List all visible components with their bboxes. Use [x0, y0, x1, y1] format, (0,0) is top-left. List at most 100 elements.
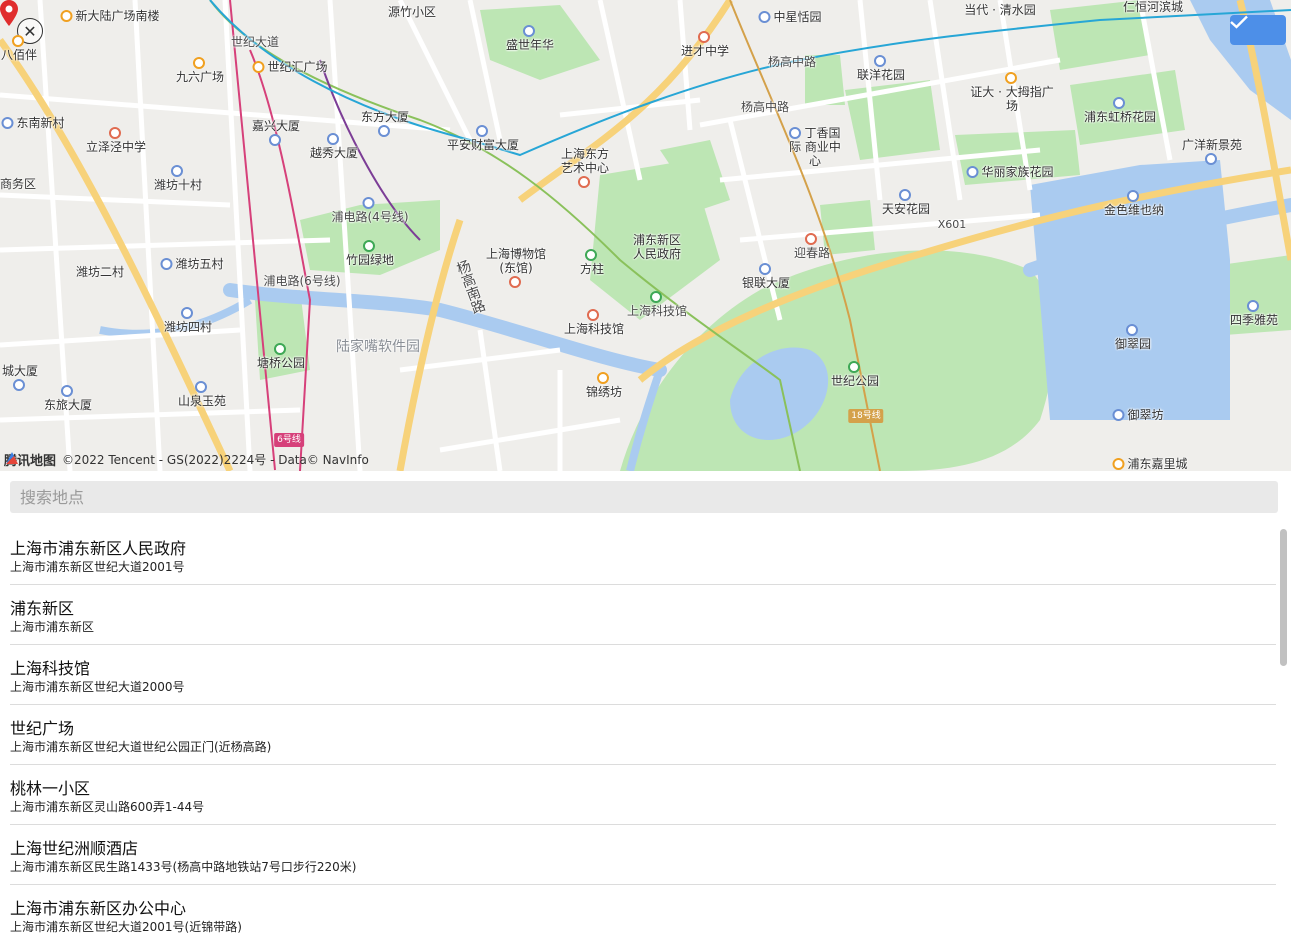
poi-icon	[522, 25, 535, 37]
poi-icon	[898, 189, 911, 201]
map-label: 浦电路(4号线)	[332, 196, 409, 224]
poi-icon	[873, 55, 886, 67]
map-label: 御翠园	[1115, 323, 1151, 351]
metro-line-badge: 6号线	[274, 433, 304, 447]
poi-icon	[1126, 190, 1139, 202]
result-title: 上海世纪洲顺酒店	[10, 839, 139, 858]
poi-icon	[12, 379, 25, 391]
map-label: 联洋花园	[857, 54, 905, 82]
map-label: 银联大厦	[742, 262, 790, 290]
map-view[interactable]: ✕ 新大陆广场南楼 源竹小区 盛世年华 进才中学 中星恬园 当代 · 清水园 仁…	[0, 0, 1291, 471]
poi-icon	[11, 35, 24, 47]
poi-icon	[697, 31, 710, 43]
list-item[interactable]: 世纪广场 上海市浦东新区世纪大道世纪公园正门(近杨高路)	[10, 705, 1276, 765]
poi-icon	[475, 125, 488, 137]
result-address: 上海市浦东新区世纪大道世纪公园正门(近杨高路)	[10, 740, 272, 754]
poi-icon	[586, 309, 599, 321]
map-label: 源竹小区	[387, 5, 437, 19]
map-label: 浦电路(6号线)	[263, 274, 341, 288]
results-list[interactable]: 上海市浦东新区人民政府 上海市浦东新区世纪大道2001号 浦东新区 上海市浦东新…	[0, 525, 1291, 941]
poi-icon	[108, 127, 121, 139]
poi-icon	[966, 166, 979, 178]
map-label: 进才中学	[681, 30, 729, 58]
result-address: 上海市浦东新区民生路1433号(杨高中路地铁站7号口步行220米)	[10, 860, 357, 874]
map-label: 潍坊四村	[164, 306, 212, 334]
map-attribution: 腾讯地图 ©2022 Tencent - GS(2022)2224号 - Dat…	[4, 450, 369, 469]
map-label: 锦绣坊	[586, 371, 622, 399]
list-item[interactable]: 上海世纪洲顺酒店 上海市浦东新区民生路1433号(杨高中路地铁站7号口步行220…	[10, 825, 1276, 885]
map-label: 东方大厦	[361, 110, 409, 138]
result-address: 上海市浦东新区世纪大道2001号(近锦带路)	[10, 920, 242, 934]
map-label: 世纪公园	[831, 360, 879, 388]
poi-icon	[192, 57, 205, 69]
result-title: 上海市浦东新区办公中心	[10, 899, 187, 918]
park-icon	[847, 361, 860, 373]
search-input[interactable]	[10, 481, 1278, 513]
scrollbar-thumb[interactable]	[1280, 529, 1287, 666]
map-label: 上海东方 艺术中心	[555, 147, 615, 189]
map-label: 浦东虹桥花园	[1084, 96, 1156, 124]
map-label: 九六广场	[176, 56, 224, 84]
poi-icon	[377, 125, 390, 137]
map-label: 迎春路	[794, 232, 830, 260]
map-label: 御翠坊	[1112, 408, 1164, 422]
map-label: 嘉兴大厦	[252, 119, 300, 147]
poi-icon	[1246, 300, 1259, 312]
metro-icon	[804, 233, 817, 245]
result-title: 浦东新区	[10, 599, 75, 618]
result-address: 上海市浦东新区世纪大道2000号	[10, 680, 185, 694]
map-label: 世纪汇广场	[252, 60, 328, 74]
poi-icon	[268, 134, 281, 146]
confirm-button[interactable]	[1230, 15, 1286, 45]
map-label: 八佰伴	[1, 34, 37, 62]
map-label: 陆家嘴软件园	[336, 339, 420, 355]
map-label: 新大陆广场南楼	[60, 9, 160, 23]
map-label: 上海科技馆	[627, 290, 687, 318]
map-label: 金色维也纳	[1104, 189, 1164, 217]
metro-icon	[649, 291, 662, 303]
map-label: 潍坊十村	[154, 164, 202, 192]
map-label: 世纪大道	[230, 35, 280, 49]
map-label: 中星恬园	[758, 10, 822, 24]
poi-icon	[1112, 458, 1125, 470]
list-item[interactable]: 桃林一小区 上海市浦东新区灵山路600弄1-44号	[10, 765, 1276, 825]
map-label: 天安花园	[882, 188, 930, 216]
list-item[interactable]: 浦东新区 上海市浦东新区	[10, 585, 1276, 645]
result-address: 上海市浦东新区灵山路600弄1-44号	[10, 800, 205, 814]
poi-icon	[1204, 153, 1217, 165]
check-icon	[1230, 15, 1248, 29]
park-icon	[273, 343, 286, 355]
poi-icon	[1004, 72, 1017, 84]
poi-icon	[194, 381, 207, 393]
poi-icon	[180, 307, 193, 319]
poi-icon	[508, 276, 521, 288]
map-label: 杨高中路	[767, 55, 817, 69]
map-label: 东旅大厦	[44, 384, 92, 412]
list-item[interactable]: 上海市浦东新区办公中心 上海市浦东新区世纪大道2001号(近锦带路)	[10, 885, 1276, 941]
results-scrollbar[interactable]	[1279, 527, 1288, 941]
map-label: 证大 · 大拇指广场	[967, 71, 1057, 113]
poi-icon	[252, 61, 265, 73]
list-item[interactable]: 上海科技馆 上海市浦东新区世纪大道2000号	[10, 645, 1276, 705]
poi-icon	[758, 263, 771, 275]
map-label: 城大厦	[2, 364, 38, 392]
map-label: 立泽泾中学	[86, 126, 146, 154]
result-address: 上海市浦东新区	[10, 620, 95, 634]
map-label: 盛世年华	[506, 24, 554, 52]
search-bar[interactable]	[10, 481, 1278, 513]
map-label: 当代 · 清水园	[964, 3, 1036, 17]
map-label: 东南新村	[1, 116, 65, 130]
map-copyright: ©2022 Tencent - GS(2022)2224号 - Data© Na…	[62, 453, 369, 467]
metro-line-badge: 18号线	[848, 409, 884, 423]
map-label: 仁恒河滨城	[1122, 0, 1184, 14]
map-label: 商务区	[0, 177, 37, 191]
poi-icon	[160, 258, 173, 270]
poi-icon	[789, 127, 802, 139]
map-label: 浦东嘉里城	[1112, 457, 1188, 471]
result-title: 上海科技馆	[10, 659, 91, 678]
map-label: 杨高中路	[740, 100, 790, 114]
map-label: 潍坊五村	[160, 257, 224, 271]
list-item[interactable]: 上海市浦东新区人民政府 上海市浦东新区世纪大道2001号	[10, 525, 1276, 585]
poi-icon	[577, 176, 590, 188]
map-label: 越秀大厦	[310, 132, 358, 160]
